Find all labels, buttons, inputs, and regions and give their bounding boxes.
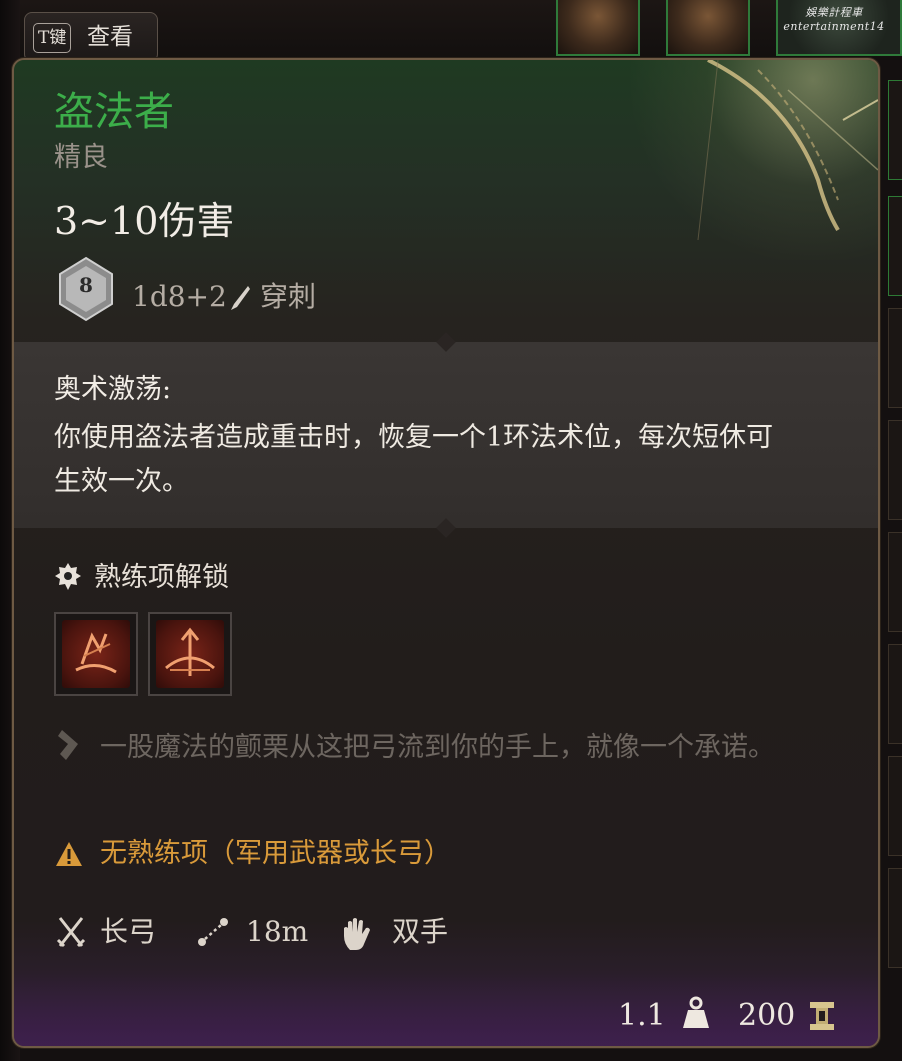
party-portrait[interactable]: [666, 0, 750, 56]
inventory-slot[interactable]: [888, 80, 902, 180]
inventory-slot[interactable]: [888, 532, 902, 632]
proficiency-skill-slot[interactable]: [148, 612, 232, 696]
quill-icon: [58, 730, 78, 760]
inventory-slot[interactable]: [888, 756, 902, 856]
inventory-slot[interactable]: [888, 308, 902, 408]
range-icon: [198, 918, 228, 946]
item-rarity: 精良: [54, 142, 108, 173]
damage-formula: 1d8+2: [132, 280, 227, 313]
inventory-slots-column: [888, 70, 902, 1060]
skill-icon: [156, 620, 224, 688]
hotkey-label: 查看: [87, 24, 133, 50]
weapon-type: 长弓: [100, 915, 157, 948]
proficiency-warning: 无熟练项（军用武器或长弓）: [100, 838, 451, 869]
watermark-line: 娛樂計程車: [805, 6, 863, 19]
divider-notch: [436, 332, 456, 352]
handedness: 双手: [392, 915, 449, 948]
party-portrait[interactable]: [556, 0, 640, 56]
bow-artwork-icon: [697, 60, 878, 240]
piercing-icon: [231, 286, 250, 310]
inspect-hotkey-button[interactable]: T键 查看: [24, 12, 158, 62]
item-name: 盗法者: [54, 89, 174, 135]
watermark: 娛樂計程車 entertainment14: [778, 6, 890, 34]
item-weight: 1.1: [618, 998, 666, 1033]
weight-icon: [683, 996, 709, 1028]
die-face-number: 8: [79, 273, 93, 297]
watermark-line: entertainment14: [783, 20, 885, 33]
hand-icon: [344, 918, 370, 950]
skill-icon: [62, 620, 130, 688]
divider-notch: [436, 518, 456, 538]
proficiency-badge-icon: [55, 563, 81, 590]
warning-icon: [56, 842, 82, 866]
proficiency-unlock-label: 熟练项解锁: [94, 562, 229, 593]
damage-type: 穿刺: [260, 280, 317, 313]
flavor-text: 一股魔法的颤栗从这把弓流到你的手上，就像一个承诺。: [100, 732, 775, 763]
item-price: 200: [738, 998, 796, 1033]
crossed-swords-icon: [56, 917, 86, 948]
gold-coin-icon: [810, 1002, 834, 1030]
inventory-slot[interactable]: [888, 420, 902, 520]
proficiency-skill-slot[interactable]: [54, 612, 138, 696]
inventory-slot[interactable]: [888, 196, 902, 296]
weapon-range: 18m: [246, 915, 309, 948]
hotkey-keycap: T键: [33, 23, 72, 53]
ability-description: 你使用盗法者造成重击时，恢复一个1环法术位，每次短休可生效一次。: [54, 422, 774, 497]
inventory-slot[interactable]: [888, 868, 902, 968]
damage-range: 3~10伤害: [54, 199, 235, 243]
item-tooltip: 盗法者 精良 3~10伤害 8 1d8+2 穿刺 奥术激荡: 你使用盗法者造成重…: [12, 58, 880, 1048]
ability-title: 奥术激荡:: [54, 374, 172, 405]
inventory-slot[interactable]: [888, 644, 902, 744]
